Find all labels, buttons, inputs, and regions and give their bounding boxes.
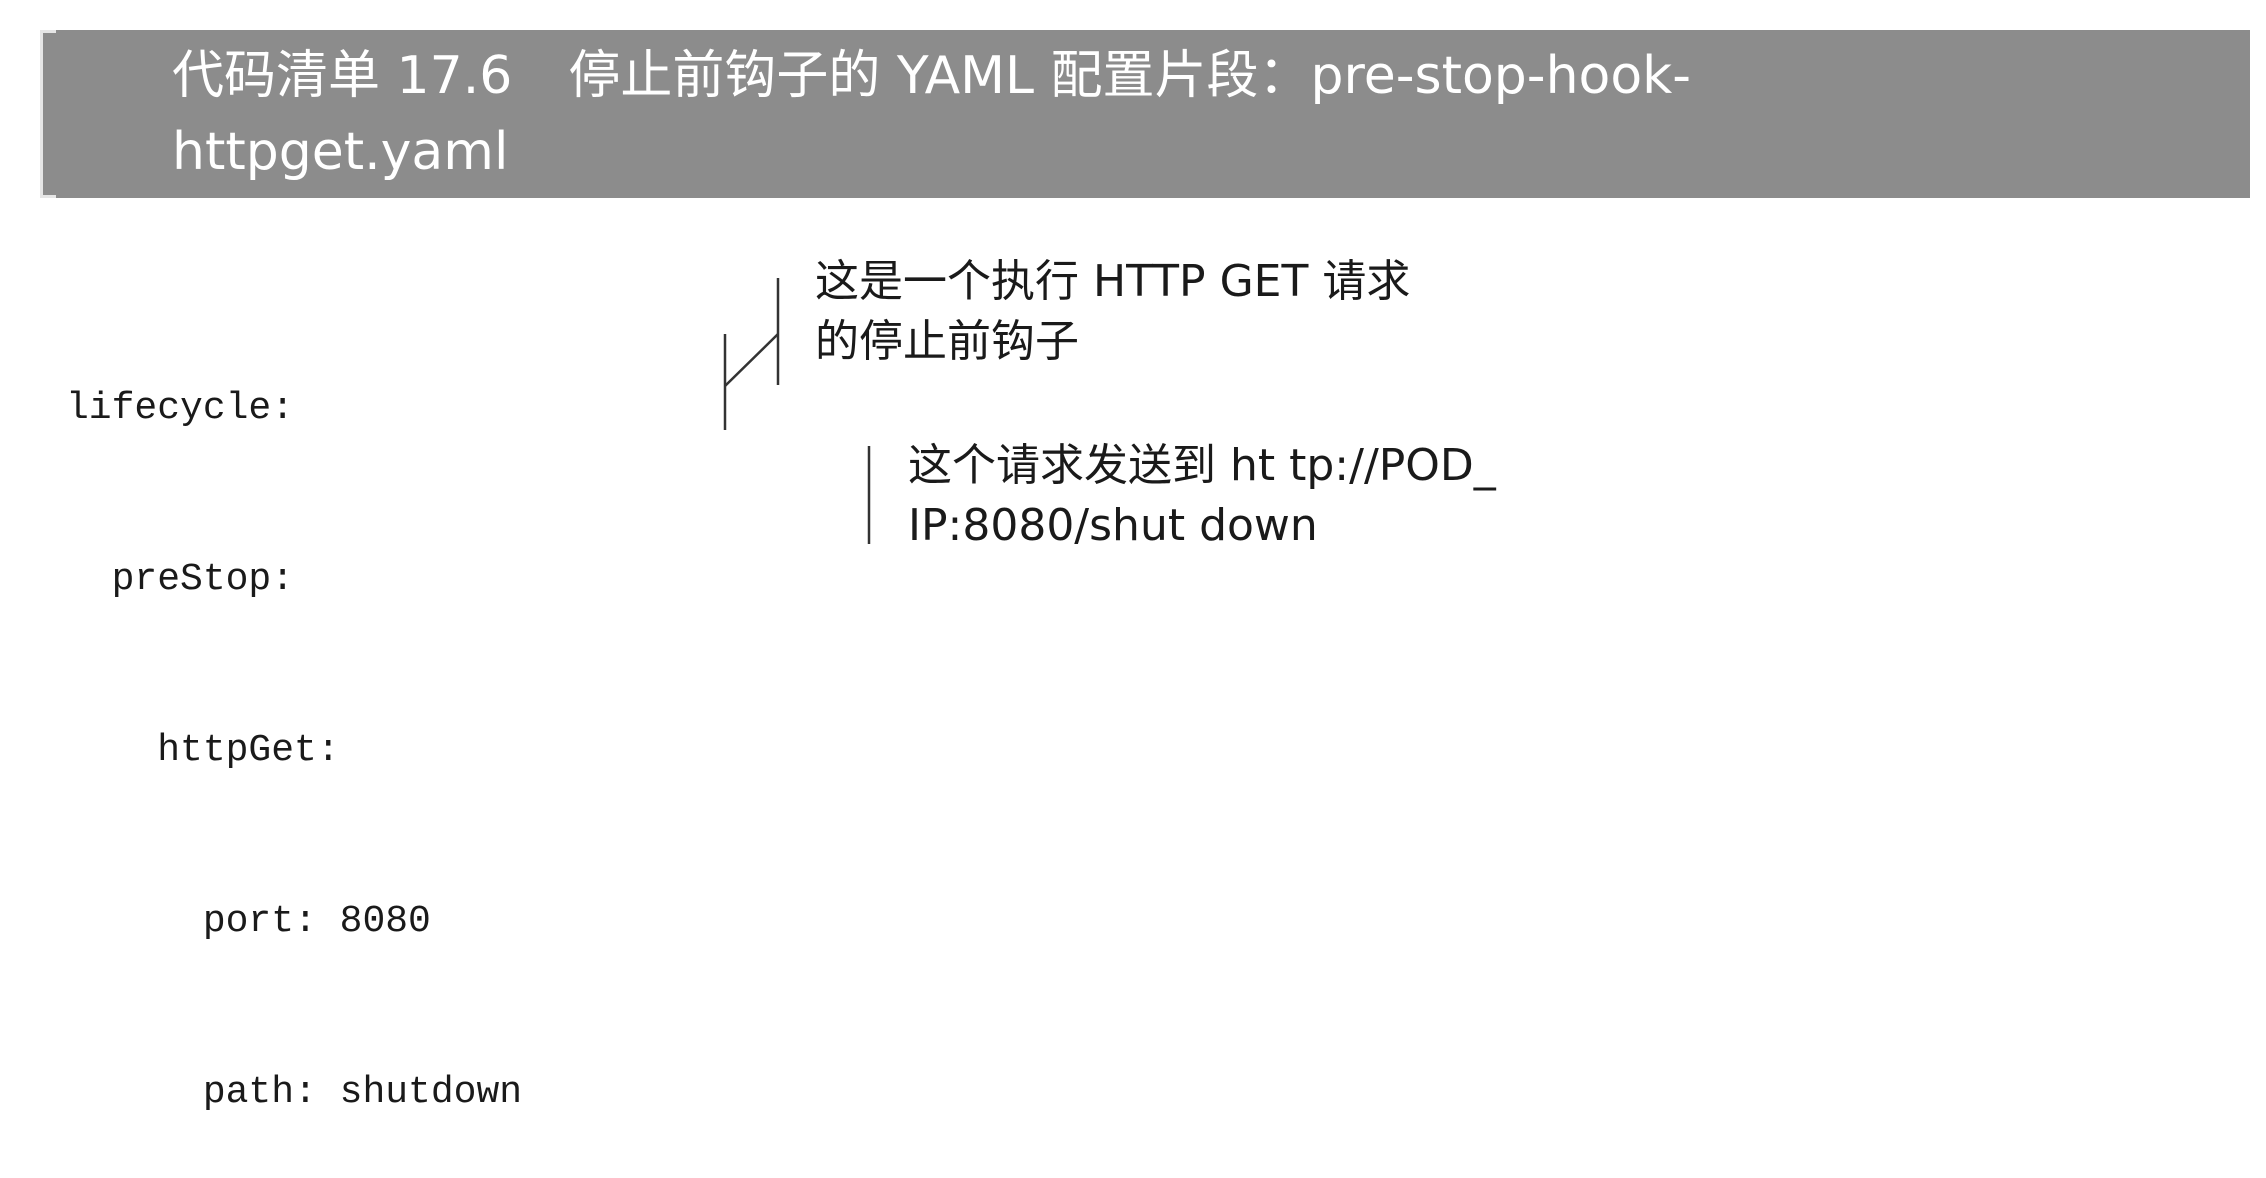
annotation-request-target: 这个请求发送到 ht tp://POD_ IP:8080/shut down <box>908 436 1496 556</box>
leader-line-1-diagonal <box>724 333 779 387</box>
annotation-line: 这是一个执行 HTTP GET 请求 <box>815 256 1411 307</box>
annotation-line: 的停止前钩子 <box>815 316 1079 367</box>
annotation-line: 这个请求发送到 ht tp://POD_ <box>908 440 1496 491</box>
code-line: path: shutdown <box>66 1071 523 1114</box>
code-line: port: 8080 <box>66 900 431 943</box>
annotation-prestop-hook: 这是一个执行 HTTP GET 请求 的停止前钩子 <box>815 252 1410 372</box>
listing-page: 代码清单 17.6 停止前钩子的 YAML 配置片段：pre-stop-hook-… <box>0 0 2266 1114</box>
annotation-line: IP:8080/shut down <box>908 500 1318 551</box>
code-line: httpGet: <box>66 729 340 772</box>
